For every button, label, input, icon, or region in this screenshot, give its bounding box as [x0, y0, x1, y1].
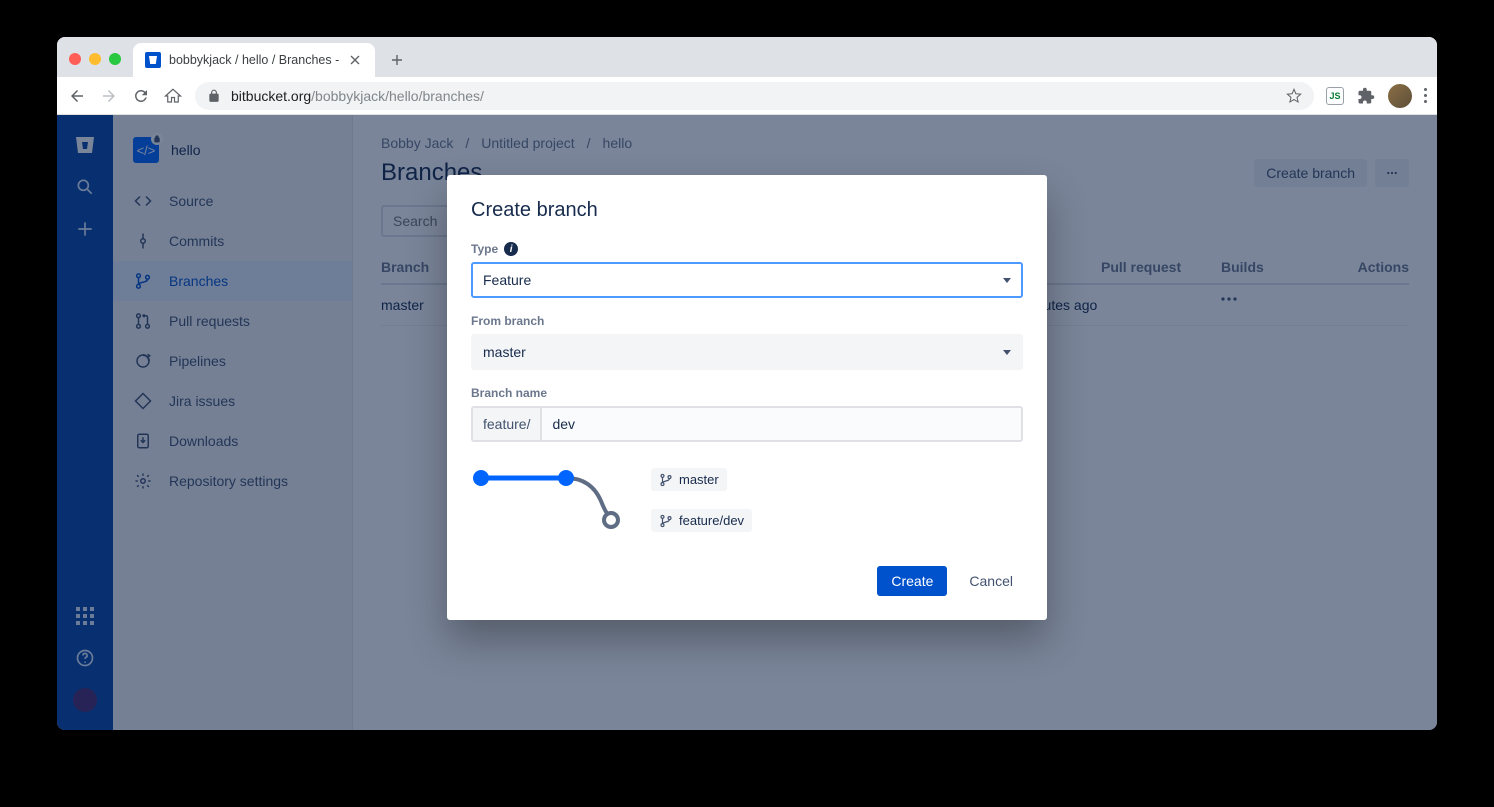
target-branch-chip: feature/dev [651, 509, 752, 532]
extensions-button[interactable] [1356, 86, 1376, 106]
bookmark-star-icon[interactable] [1286, 88, 1302, 104]
url-path: /bobbykjack/hello/branches/ [311, 88, 484, 104]
window-controls [69, 53, 133, 77]
info-icon[interactable]: i [504, 242, 518, 256]
close-tab-button[interactable] [347, 52, 363, 68]
type-label: Type i [471, 242, 1023, 256]
js-extension-icon[interactable]: JS [1326, 87, 1344, 105]
url-host: bitbucket.org [231, 88, 311, 104]
type-label-text: Type [471, 242, 498, 256]
branch-name-input-group: feature/ [471, 406, 1023, 442]
branch-visualization: master feature/dev [471, 466, 1023, 536]
branch-name-label: Branch name [471, 386, 1023, 400]
create-button[interactable]: Create [877, 566, 947, 596]
bitbucket-favicon-icon [145, 52, 161, 68]
bitbucket-app: </> hello Source Commits Branches Pull r… [57, 115, 1437, 730]
back-button[interactable] [67, 86, 87, 106]
reload-button[interactable] [131, 86, 151, 106]
branch-name-prefix: feature/ [471, 406, 540, 442]
address-bar[interactable]: bitbucket.org/bobbykjack/hello/branches/ [195, 82, 1314, 110]
forward-button[interactable] [99, 86, 119, 106]
target-branch-name: feature/dev [679, 513, 744, 528]
modal-title: Create branch [471, 199, 1023, 222]
extensions-area: JS [1326, 84, 1427, 108]
close-window-button[interactable] [69, 53, 81, 65]
chevron-down-icon [1003, 350, 1011, 355]
modal-actions: Create Cancel [471, 566, 1023, 596]
modal-overlay[interactable]: Create branch Type i Feature From branch… [57, 115, 1437, 730]
browser-menu-button[interactable] [1424, 88, 1427, 103]
source-branch-chip: master [651, 468, 727, 491]
branch-icon [659, 514, 673, 528]
lock-icon [207, 89, 221, 103]
profile-avatar[interactable] [1388, 84, 1412, 108]
branch-name-input[interactable] [540, 406, 1023, 442]
browser-tab[interactable]: bobbykjack / hello / Branches - [133, 43, 375, 77]
url-text: bitbucket.org/bobbykjack/hello/branches/ [231, 88, 484, 104]
from-branch-label: From branch [471, 314, 1023, 328]
type-select[interactable]: Feature [471, 262, 1023, 298]
tab-title: bobbykjack / hello / Branches - [169, 53, 339, 67]
browser-tab-bar: bobbykjack / hello / Branches - [57, 37, 1437, 77]
maximize-window-button[interactable] [109, 53, 121, 65]
create-branch-modal: Create branch Type i Feature From branch… [447, 175, 1047, 620]
from-branch-select[interactable]: master [471, 334, 1023, 370]
new-tab-button[interactable] [383, 46, 411, 74]
browser-window: bobbykjack / hello / Branches - bitbucke… [57, 37, 1437, 730]
browser-toolbar: bitbucket.org/bobbykjack/hello/branches/… [57, 77, 1437, 115]
cancel-button[interactable]: Cancel [959, 566, 1023, 596]
from-branch-value: master [483, 344, 526, 360]
chevron-down-icon [1003, 278, 1011, 283]
home-button[interactable] [163, 86, 183, 106]
type-value: Feature [483, 272, 531, 288]
source-branch-name: master [679, 472, 719, 487]
branch-icon [659, 473, 673, 487]
minimize-window-button[interactable] [89, 53, 101, 65]
branch-graph-icon [471, 466, 621, 536]
